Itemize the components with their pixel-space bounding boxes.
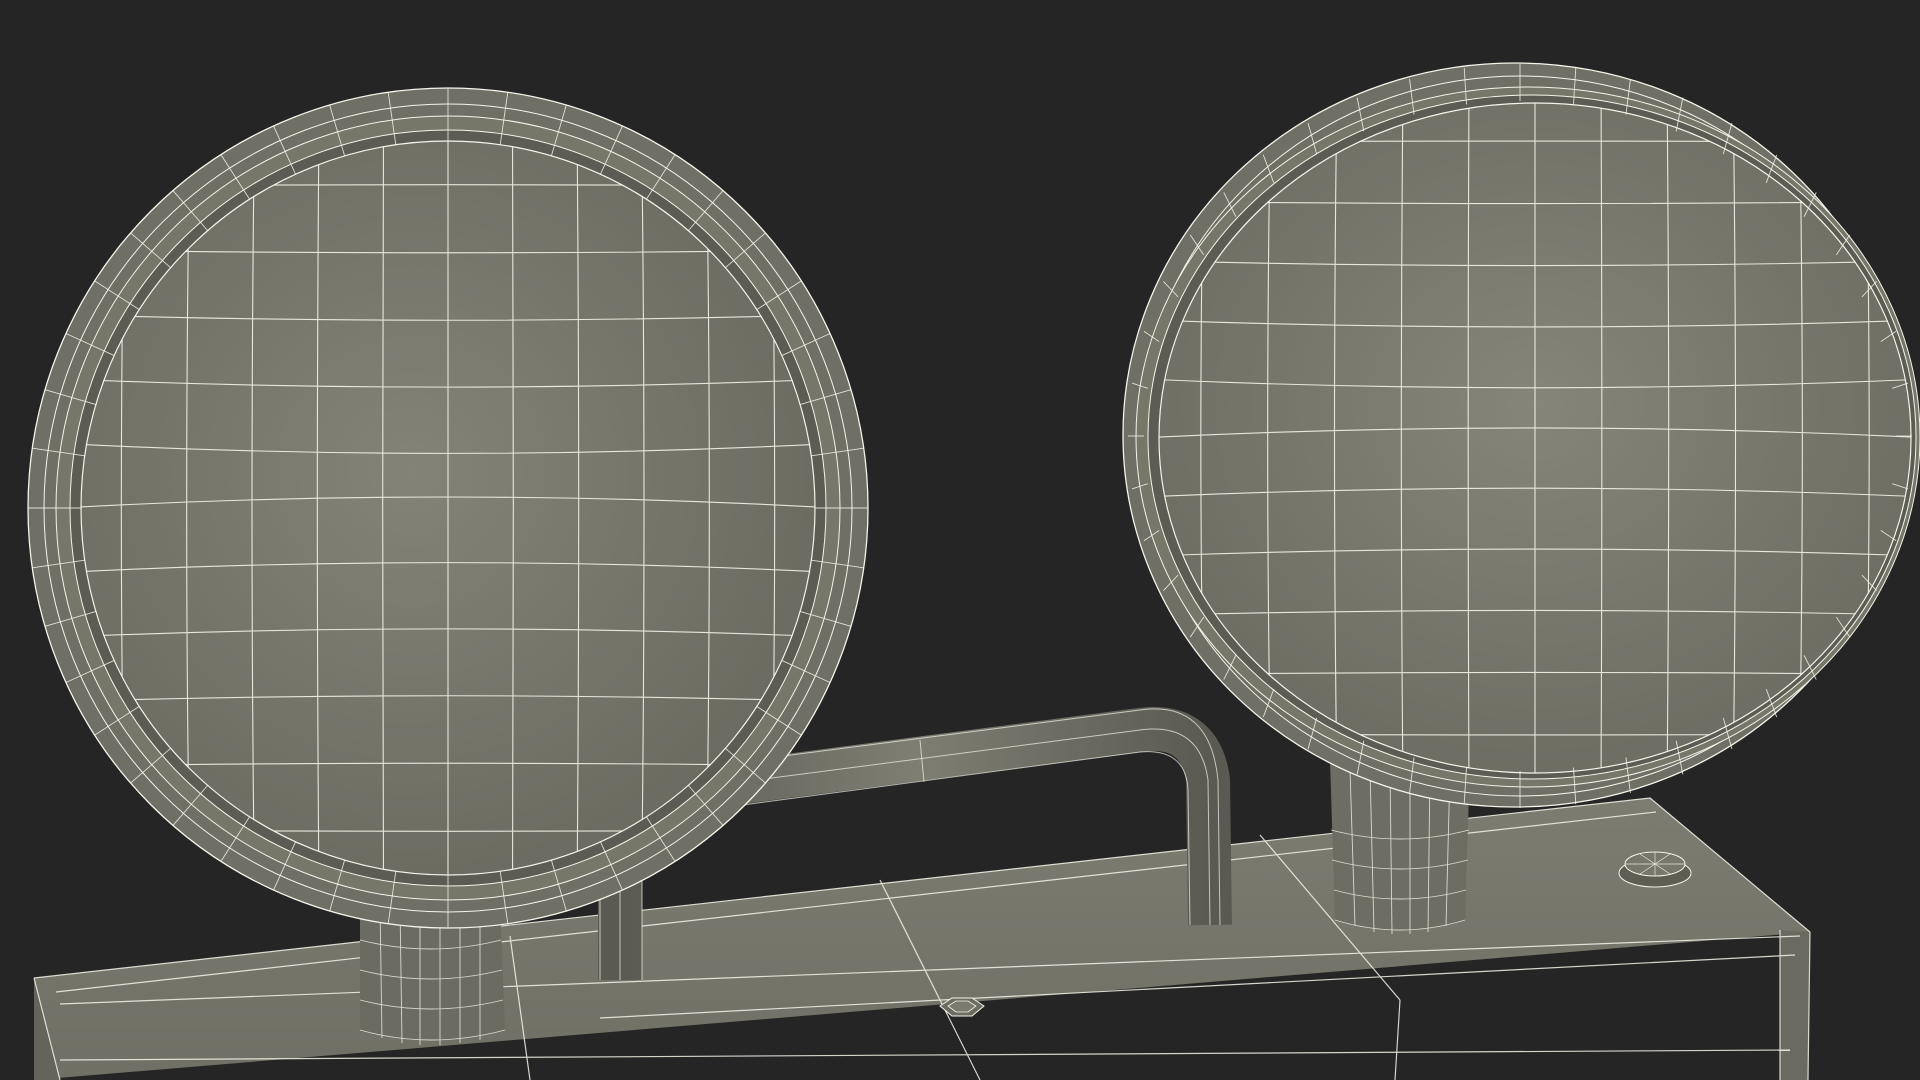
render-viewport bbox=[0, 0, 1920, 1080]
lamp-head-left bbox=[27, 87, 869, 929]
wireframe-scene bbox=[0, 0, 1920, 1080]
round-knob bbox=[1618, 851, 1692, 888]
